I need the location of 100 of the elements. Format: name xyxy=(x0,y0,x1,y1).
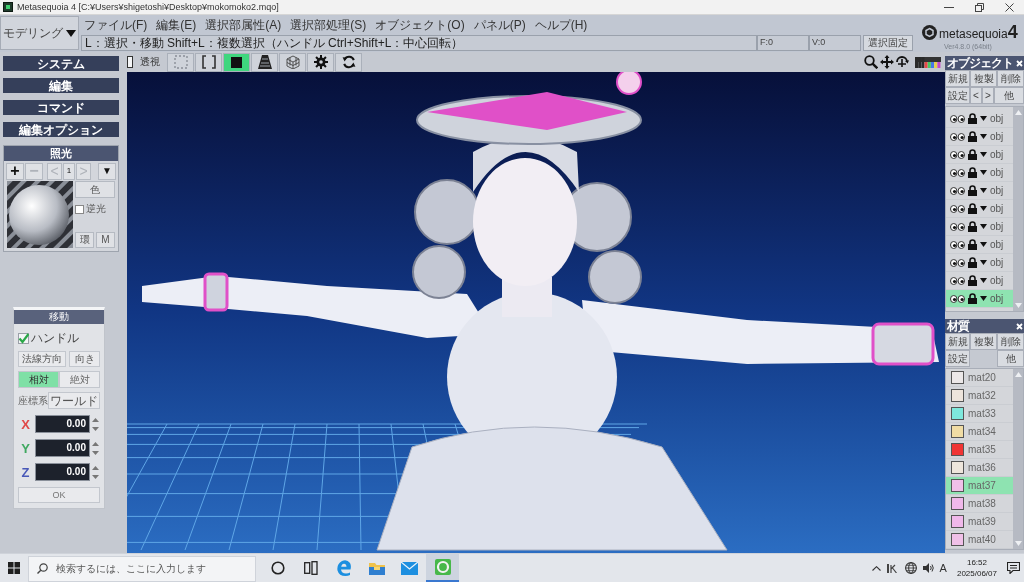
lock-selection-button[interactable]: 選択固定 xyxy=(863,34,913,51)
view-tool-button[interactable] xyxy=(251,52,278,72)
caret-icon[interactable] xyxy=(980,296,987,301)
eyes-icon[interactable] xyxy=(950,276,965,285)
normal-direction-button[interactable]: 法線方向 xyxy=(18,351,66,367)
caret-icon[interactable] xyxy=(980,188,987,193)
chevron-up-icon[interactable] xyxy=(871,565,881,571)
caret-icon[interactable] xyxy=(980,242,987,247)
caret-icon[interactable] xyxy=(980,206,987,211)
search-icon[interactable] xyxy=(864,55,878,69)
caret-icon[interactable] xyxy=(980,152,987,157)
light-menu-button[interactable]: ▼ xyxy=(98,162,116,180)
close-icon[interactable] xyxy=(1016,59,1023,67)
lock-icon[interactable] xyxy=(968,113,977,124)
panel-section-button[interactable]: 編集オプション xyxy=(3,122,119,137)
caret-icon[interactable] xyxy=(980,170,987,175)
eyes-icon[interactable] xyxy=(950,222,965,231)
notification-icon[interactable] xyxy=(1007,562,1020,574)
eyes-icon[interactable] xyxy=(950,240,965,249)
object-row[interactable]: obj xyxy=(946,236,1013,254)
delete-button[interactable]: 削除 xyxy=(997,70,1024,87)
eyes-icon[interactable] xyxy=(950,258,965,267)
spinner-icon[interactable] xyxy=(92,465,99,479)
caret-icon[interactable] xyxy=(980,278,987,283)
panel-section-button[interactable]: 編集 xyxy=(3,78,119,93)
color-button[interactable]: 色 xyxy=(75,181,115,198)
eyes-icon[interactable] xyxy=(950,168,965,177)
clock-time[interactable]: 16:52 xyxy=(966,557,987,568)
new-button[interactable]: 新規 xyxy=(945,70,970,87)
ambient-button[interactable]: 環 xyxy=(75,232,94,248)
mode-tab[interactable]: 相対 xyxy=(18,371,59,388)
panel-section-button[interactable]: コマンド xyxy=(3,100,119,115)
lock-icon[interactable] xyxy=(968,167,977,178)
caret-icon[interactable] xyxy=(980,260,987,265)
object-row[interactable]: obj xyxy=(946,110,1013,128)
search-field[interactable]: 検索するには、ここに入力します xyxy=(28,555,256,582)
lock-icon[interactable] xyxy=(968,203,977,214)
lock-icon[interactable] xyxy=(968,185,977,196)
perspective-button[interactable]: 透視 xyxy=(137,52,163,72)
material-row[interactable]: mat38 xyxy=(946,495,1013,513)
lock-icon[interactable] xyxy=(968,221,977,232)
material-row[interactable]: mat33 xyxy=(946,405,1013,423)
view-tool-button[interactable] xyxy=(335,52,362,72)
object-row[interactable]: obj xyxy=(946,128,1013,146)
duplicate-button[interactable]: 複製 xyxy=(970,70,997,87)
number-field[interactable]: 0.00 xyxy=(35,463,90,481)
lock-icon[interactable] xyxy=(968,239,977,250)
view-tool-button[interactable] xyxy=(307,52,334,72)
eyes-icon[interactable] xyxy=(950,186,965,195)
object-row[interactable]: obj xyxy=(946,164,1013,182)
material-row[interactable]: mat35 xyxy=(946,441,1013,459)
eyes-icon[interactable] xyxy=(950,150,965,159)
object-row[interactable]: obj xyxy=(946,290,1013,308)
view-tool-button[interactable] xyxy=(223,52,250,72)
material-row[interactable]: mat37 xyxy=(946,477,1013,495)
caret-icon[interactable] xyxy=(980,116,987,121)
ime-mode-indicator[interactable]: A xyxy=(939,562,947,574)
next-button[interactable]: > xyxy=(982,87,994,104)
caret-icon[interactable] xyxy=(980,134,987,139)
material-row[interactable]: mat32 xyxy=(946,387,1013,405)
delete-button[interactable]: 削除 xyxy=(997,333,1024,350)
menu-item[interactable]: 選択部処理(S) xyxy=(290,18,367,31)
menu-item[interactable]: 選択部属性(A) xyxy=(205,18,282,31)
settings-button[interactable]: 設定 xyxy=(945,87,970,104)
display-colors-icon[interactable] xyxy=(915,56,941,68)
spinner-icon[interactable] xyxy=(92,417,99,431)
speaker-icon[interactable] xyxy=(922,563,934,573)
lock-icon[interactable] xyxy=(968,149,977,160)
other-button[interactable]: 他 xyxy=(994,87,1024,104)
spinner-icon[interactable] xyxy=(92,441,99,455)
number-field[interactable]: 0.00 xyxy=(35,439,90,457)
object-row[interactable]: obj xyxy=(946,182,1013,200)
duplicate-button[interactable]: 複製 xyxy=(970,333,997,350)
material-row[interactable]: mat34 xyxy=(946,423,1013,441)
lock-icon[interactable] xyxy=(968,275,977,286)
lock-icon[interactable] xyxy=(968,131,977,142)
splitter-handle[interactable] xyxy=(127,56,133,68)
previous-button[interactable]: < xyxy=(970,87,982,104)
input-indicator-icon[interactable] xyxy=(886,563,899,573)
material-row[interactable]: mat39 xyxy=(946,513,1013,531)
material-row[interactable]: mat40 xyxy=(946,531,1013,549)
close-icon[interactable] xyxy=(1016,322,1023,330)
mode-dropdown[interactable]: モデリング xyxy=(0,16,79,50)
panel-section-button[interactable]: システム xyxy=(3,56,119,71)
object-row[interactable]: obj xyxy=(946,254,1013,272)
object-row[interactable]: obj xyxy=(946,200,1013,218)
move-icon[interactable] xyxy=(880,55,894,69)
ok-button[interactable]: OK xyxy=(18,487,100,503)
settings-button[interactable]: 設定 xyxy=(945,350,970,367)
menu-item[interactable]: ヘルプ(H) xyxy=(534,18,588,31)
menu-item[interactable]: 編集(E) xyxy=(156,18,197,31)
menu-item[interactable]: パネル(P) xyxy=(473,18,526,31)
checkbox[interactable] xyxy=(75,204,84,214)
coordinate-system-button[interactable]: ワールド xyxy=(48,392,100,409)
add-light-button[interactable]: + xyxy=(6,162,24,180)
menu-item[interactable]: オブジェクト(O) xyxy=(375,18,465,31)
number-field[interactable]: 0.00 xyxy=(35,415,90,433)
eyes-icon[interactable] xyxy=(950,204,965,213)
eyes-icon[interactable] xyxy=(950,114,965,123)
globe-icon[interactable] xyxy=(904,562,917,574)
